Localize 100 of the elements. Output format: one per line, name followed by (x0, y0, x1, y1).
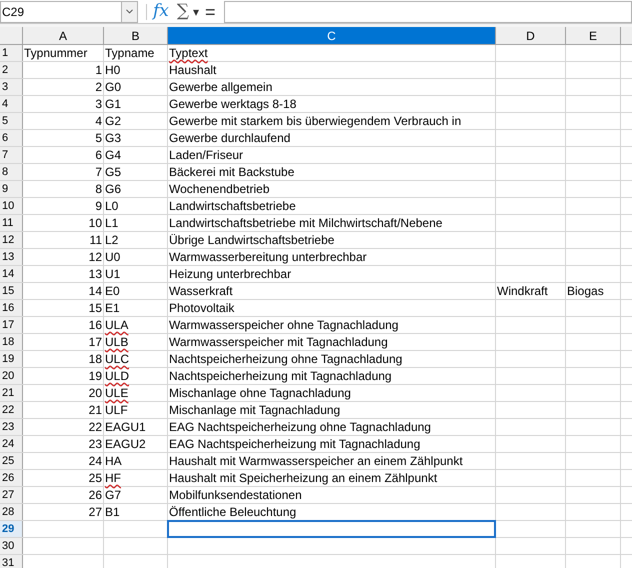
row-header[interactable]: 30 (0, 538, 23, 554)
row-header[interactable]: 29 (0, 521, 23, 537)
table-cell: 6 (94, 149, 103, 161)
table-cell: Gewerbe mit starkem bis überwiegendem Verbrauch in (168, 115, 462, 127)
table-cell: G2 (104, 115, 122, 127)
function-wizard-button[interactable]: fx (153, 3, 169, 20)
table-cell: ULF (104, 404, 129, 416)
row-header[interactable]: 13 (0, 249, 23, 265)
table-cell: Mischanlage mit Tagnachladung (168, 404, 342, 416)
table-cell: E0 (104, 285, 121, 297)
table-cell: ULB (104, 336, 130, 348)
row-header[interactable]: 15 (0, 283, 23, 299)
table-cell: HF (104, 472, 122, 484)
sum-button[interactable]: ∑ (176, 3, 190, 20)
table-cell: EAGU2 (104, 438, 147, 450)
row-header[interactable]: 11 (0, 215, 23, 231)
row-header[interactable]: 23 (0, 419, 23, 435)
table-cell: 15 (88, 302, 103, 314)
table-cell: U1 (104, 268, 122, 280)
row-header[interactable]: 20 (0, 368, 23, 384)
table-cell: 12 (88, 251, 103, 263)
table-cell: 20 (88, 387, 103, 399)
row-header[interactable]: 21 (0, 385, 23, 401)
table-cell: 21 (88, 404, 103, 416)
row-header[interactable]: 27 (0, 487, 23, 503)
table-cell: EAG Nachtspeicherheizung mit Tagnachladung (168, 438, 422, 450)
table-cell: 27 (88, 506, 103, 518)
row-header[interactable]: 8 (0, 164, 23, 180)
row-header[interactable]: 3 (0, 79, 23, 95)
table-cell: 16 (88, 319, 103, 331)
table-cell: 11 (88, 234, 103, 246)
row-header[interactable]: 31 (0, 555, 23, 568)
formula-input-field[interactable] (224, 0, 632, 22)
table-cell: G5 (104, 166, 122, 178)
table-cell: E1 (104, 302, 121, 314)
column-header[interactable]: C (168, 27, 496, 44)
table-cell: Laden/Friseur (168, 149, 244, 161)
row-header[interactable]: 18 (0, 334, 23, 350)
table-cell: L1 (104, 217, 120, 229)
row-header[interactable]: 9 (0, 181, 23, 197)
row-header[interactable]: 26 (0, 470, 23, 486)
table-cell: 4 (94, 115, 103, 127)
row-header[interactable]: 10 (0, 198, 23, 214)
row-header[interactable]: 12 (0, 232, 23, 248)
table-cell: G1 (104, 98, 122, 110)
row-header[interactable]: 7 (0, 147, 23, 163)
table-cell: Photovoltaik (168, 302, 236, 314)
table-cell: Windkraft (496, 285, 549, 297)
row-header[interactable]: 17 (0, 317, 23, 333)
name-box-dropdown[interactable] (121, 2, 137, 22)
table-cell: Typtext (168, 47, 209, 59)
row-header[interactable]: 25 (0, 453, 23, 469)
table-cell: Warmwasserspeicher ohne Tagnachladung (168, 319, 400, 331)
row-header[interactable]: 24 (0, 436, 23, 452)
row-header[interactable]: 14 (0, 266, 23, 282)
table-cell: HA (104, 455, 123, 467)
sum-dropdown-button[interactable]: ▾ (193, 6, 200, 18)
table-cell: Haushalt mit Speicherheizung an einem Zählpunkt (168, 472, 438, 484)
table-cell: 23 (88, 438, 103, 450)
table-cell: Übrige Landwirtschaftsbetriebe (168, 234, 336, 246)
table-cell: Typnummer (23, 47, 88, 59)
table-cell: ULE (104, 387, 130, 399)
table-cell: G4 (104, 149, 122, 161)
table-cell: G3 (104, 132, 122, 144)
row-header[interactable]: 19 (0, 351, 23, 367)
table-cell: Landwirtschaftsbetriebe (168, 200, 297, 212)
table-cell: 19 (88, 370, 103, 382)
table-cell: Mischanlage ohne Tagnachladung (168, 387, 352, 399)
table-cell: EAG Nachtspeicherheizung ohne Tagnachladung (168, 421, 432, 433)
table-cell: Heizung unterbrechbar (168, 268, 292, 280)
table-cell: 13 (88, 268, 103, 280)
table-cell: Wasserkraft (168, 285, 234, 297)
row-header[interactable]: 28 (0, 504, 23, 520)
row-header[interactable]: 4 (0, 96, 23, 112)
name-box[interactable]: C29 (0, 0, 138, 22)
row-header[interactable]: 2 (0, 62, 23, 78)
row-header[interactable]: 1 (0, 45, 23, 61)
table-cell: 3 (94, 98, 103, 110)
table-cell: G6 (104, 183, 122, 195)
table-cell: 25 (88, 472, 103, 484)
row-header[interactable]: 16 (0, 300, 23, 316)
table-cell: 26 (88, 489, 103, 501)
cell-reference: C29 (1, 6, 26, 18)
table-cell: EAGU1 (104, 421, 147, 433)
row-header[interactable]: 6 (0, 130, 23, 146)
table-cell: 17 (88, 336, 103, 348)
table-cell: G0 (104, 81, 122, 93)
table-cell: U0 (104, 251, 122, 263)
table-cell: 14 (88, 285, 103, 297)
table-cell: 1 (94, 64, 103, 76)
row-header[interactable]: 5 (0, 113, 23, 129)
table-cell: Mobilfunksendestationen (168, 489, 303, 501)
table-cell: 9 (94, 200, 103, 212)
table-cell: 5 (94, 132, 103, 144)
table-cell: Typname (104, 47, 156, 59)
row-header[interactable]: 22 (0, 402, 23, 418)
table-cell: Biogas (566, 285, 605, 297)
table-cell: 18 (88, 353, 103, 365)
table-cell: Gewerbe werktags 8-18 (168, 98, 298, 110)
formula-button[interactable]: = (205, 2, 216, 20)
